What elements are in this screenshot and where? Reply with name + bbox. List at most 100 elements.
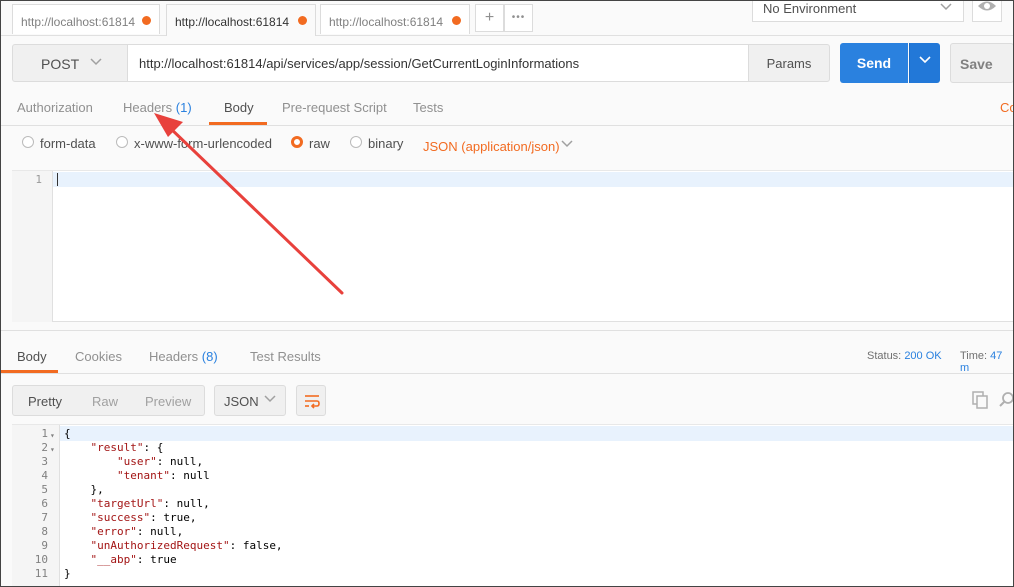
fold-toggle-icon[interactable]: ▾	[50, 443, 55, 457]
active-response-tab-indicator	[0, 370, 58, 373]
request-tab-1-label: http://localhost:61814	[21, 15, 136, 29]
wrap-lines-button[interactable]	[296, 385, 326, 416]
line-number: 4	[41, 469, 48, 482]
code-line: }	[64, 567, 71, 580]
tab-tests[interactable]: Tests	[413, 100, 443, 115]
code-line: {	[64, 427, 71, 440]
fold-toggle-icon[interactable]: ▾	[50, 429, 55, 443]
code-line: "unAuthorizedRequest": false,	[90, 539, 283, 552]
content-type-select[interactable]: JSON (application/json)	[423, 139, 560, 154]
cookies-link[interactable]: Co	[1000, 100, 1014, 115]
code-line: "success": true,	[90, 511, 197, 524]
request-tab-strip: http://localhost:61814 http://localhost:…	[0, 0, 1014, 36]
request-tab-3[interactable]: http://localhost:61814	[320, 4, 470, 34]
tab-prerequest-script[interactable]: Pre-request Script	[282, 100, 387, 115]
form-data-radio[interactable]	[22, 136, 34, 148]
method-select[interactable]: POST	[12, 44, 128, 82]
search-icon[interactable]	[999, 390, 1014, 413]
more-tabs-button[interactable]: •••	[504, 4, 533, 32]
send-button[interactable]: Send	[840, 43, 908, 83]
code-line: "result": {	[90, 441, 164, 454]
tab-headers-label: Headers	[123, 100, 173, 115]
params-button[interactable]: Params	[748, 44, 830, 82]
code-line: "tenant": null	[116, 469, 210, 482]
binary-radio[interactable]	[350, 136, 362, 148]
line-number: 8	[41, 525, 48, 538]
line-number: 9	[41, 539, 48, 552]
plus-icon: +	[484, 9, 495, 26]
raw-radio[interactable]	[291, 136, 303, 148]
tab-body[interactable]: Body	[224, 100, 254, 115]
preview-view-button[interactable]: Preview	[145, 394, 191, 409]
binary-label: binary	[368, 136, 404, 151]
request-tab-3-label: http://localhost:61814	[329, 15, 444, 29]
response-tab-headers-label: Headers	[149, 349, 199, 364]
save-button[interactable]: Save	[950, 43, 1014, 83]
urlencoded-radio[interactable]	[116, 136, 128, 148]
headers-count-badge: (1)	[175, 100, 192, 115]
environment-select[interactable]: No Environment	[752, 0, 964, 22]
chevron-down-icon	[89, 54, 103, 70]
environment-quick-look-button[interactable]	[972, 0, 1002, 22]
raw-label: raw	[309, 136, 330, 151]
code-line: "error": null,	[90, 525, 184, 538]
chevron-down-icon	[263, 392, 277, 407]
response-headers-count-badge: (8)	[201, 349, 218, 364]
response-status: Status: 200 OK	[867, 350, 942, 362]
response-tab-cookies[interactable]: Cookies	[75, 349, 122, 364]
form-data-label: form-data	[40, 136, 96, 151]
line-number: 11	[34, 567, 48, 580]
send-options-button[interactable]	[909, 43, 940, 83]
status-value: 200 OK	[904, 350, 942, 362]
line-number: 10	[34, 553, 48, 566]
chevron-down-icon	[918, 53, 932, 68]
chevron-down-icon	[939, 0, 953, 15]
response-format-label: JSON	[224, 394, 259, 409]
code-line: "user": null,	[116, 455, 204, 468]
unsaved-dot-icon	[452, 16, 461, 25]
body-type-radio-group: form-data x-www-form-urlencoded raw bina…	[0, 134, 1014, 162]
request-body-editor[interactable]: 1	[12, 170, 1014, 322]
code-line: "targetUrl": null,	[90, 497, 210, 510]
line-number: 7	[41, 511, 48, 524]
new-tab-button[interactable]: +	[475, 4, 504, 32]
response-tab-headers[interactable]: Headers (8)	[149, 349, 218, 364]
line-number: 1	[35, 173, 42, 186]
line-number: 1	[41, 427, 48, 440]
line-number: 6	[41, 497, 48, 510]
request-tab-2-label: http://localhost:61814	[175, 15, 290, 29]
text-cursor	[57, 173, 58, 186]
unsaved-dot-icon	[142, 16, 151, 25]
url-input[interactable]: http://localhost:61814/api/services/app/…	[127, 44, 749, 82]
more-icon: •••	[511, 12, 526, 23]
chevron-down-icon[interactable]	[560, 137, 574, 152]
response-tab-test-results[interactable]: Test Results	[250, 349, 321, 364]
request-tab-1[interactable]: http://localhost:61814	[12, 4, 160, 34]
request-tabs: Authorization Headers (1) Body Pre-reque…	[0, 92, 1014, 126]
copy-icon[interactable]	[970, 390, 990, 413]
unsaved-dot-icon	[298, 16, 307, 25]
line-number-gutter: 1	[12, 171, 53, 322]
line-number: 3	[41, 455, 48, 468]
wrap-lines-icon	[303, 395, 321, 413]
response-body-viewer[interactable]: 1 ▾ {2 ▾ "result": {3 "user": null, 4 "tenan…	[12, 424, 1014, 587]
response-divider[interactable]	[0, 330, 1014, 331]
active-line-highlight	[60, 426, 1014, 441]
pretty-view-button[interactable]: Pretty	[28, 394, 62, 409]
response-tab-body[interactable]: Body	[17, 349, 47, 364]
urlencoded-label: x-www-form-urlencoded	[134, 136, 272, 151]
active-line-highlight	[53, 172, 1014, 187]
active-tab-indicator	[209, 122, 267, 125]
time-label: Time:	[960, 350, 988, 362]
eye-icon	[977, 1, 997, 17]
code-line: },	[64, 483, 104, 496]
tab-headers[interactable]: Headers (1)	[123, 100, 192, 115]
status-label: Status:	[867, 350, 902, 362]
tab-authorization[interactable]: Authorization	[17, 100, 93, 115]
code-line: "__abp": true	[90, 553, 177, 566]
raw-view-button[interactable]: Raw	[92, 394, 118, 409]
method-label: POST	[41, 56, 80, 72]
request-tab-2[interactable]: http://localhost:61814	[166, 4, 316, 36]
line-number: 5	[41, 483, 48, 496]
response-format-select[interactable]: JSON	[214, 385, 286, 416]
